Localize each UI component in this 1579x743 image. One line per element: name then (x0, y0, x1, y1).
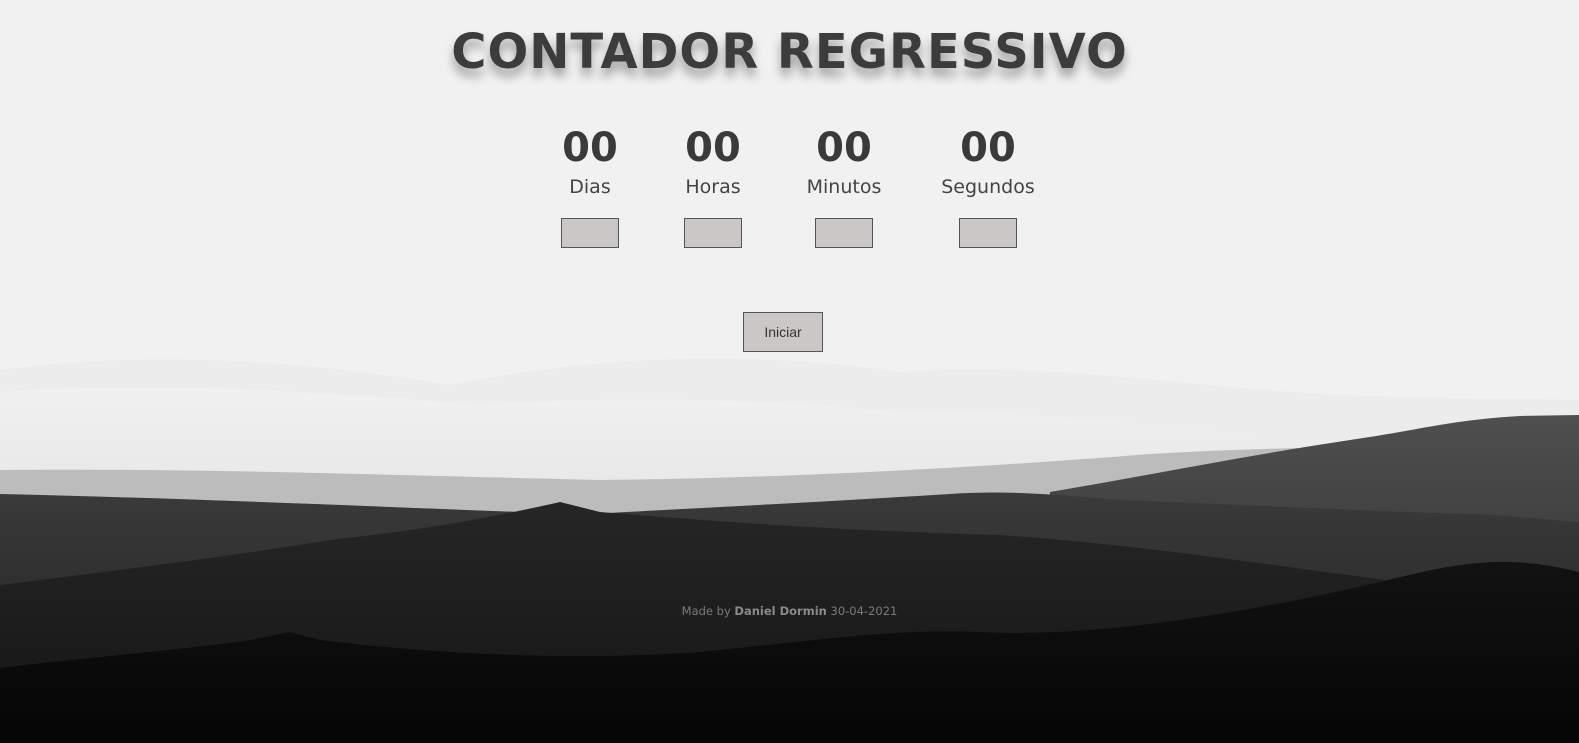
start-button[interactable]: Iniciar (743, 312, 823, 352)
seconds-unit: 00 Segundos (918, 124, 1058, 248)
minutes-label: Minutos (806, 176, 882, 198)
hours-unit: 00 Horas (643, 124, 783, 248)
minutes-value: 00 (816, 125, 872, 171)
days-unit: 00 Dias (520, 124, 660, 248)
hours-value: 00 (685, 125, 741, 171)
mountain-background (0, 358, 1579, 743)
days-label: Dias (569, 176, 611, 198)
minutes-input[interactable] (815, 218, 873, 248)
footer-credit: Made by Daniel Dormin 30-04-2021 (0, 604, 1579, 618)
footer-date: 30-04-2021 (830, 604, 898, 618)
days-value: 00 (562, 125, 618, 171)
seconds-label: Segundos (941, 176, 1035, 198)
seconds-input[interactable] (959, 218, 1017, 248)
days-input[interactable] (561, 218, 619, 248)
footer-prefix: Made by (681, 604, 731, 618)
countdown-page: CONTADOR REGRESSIVO 00 Dias 00 Horas 00 … (0, 0, 1579, 743)
page-title: CONTADOR REGRESSIVO (451, 24, 1128, 80)
hours-label: Horas (685, 176, 741, 198)
hours-input[interactable] (684, 218, 742, 248)
minutes-unit: 00 Minutos (774, 124, 914, 248)
seconds-value: 00 (960, 125, 1016, 171)
footer-author: Daniel Dormin (734, 604, 827, 618)
